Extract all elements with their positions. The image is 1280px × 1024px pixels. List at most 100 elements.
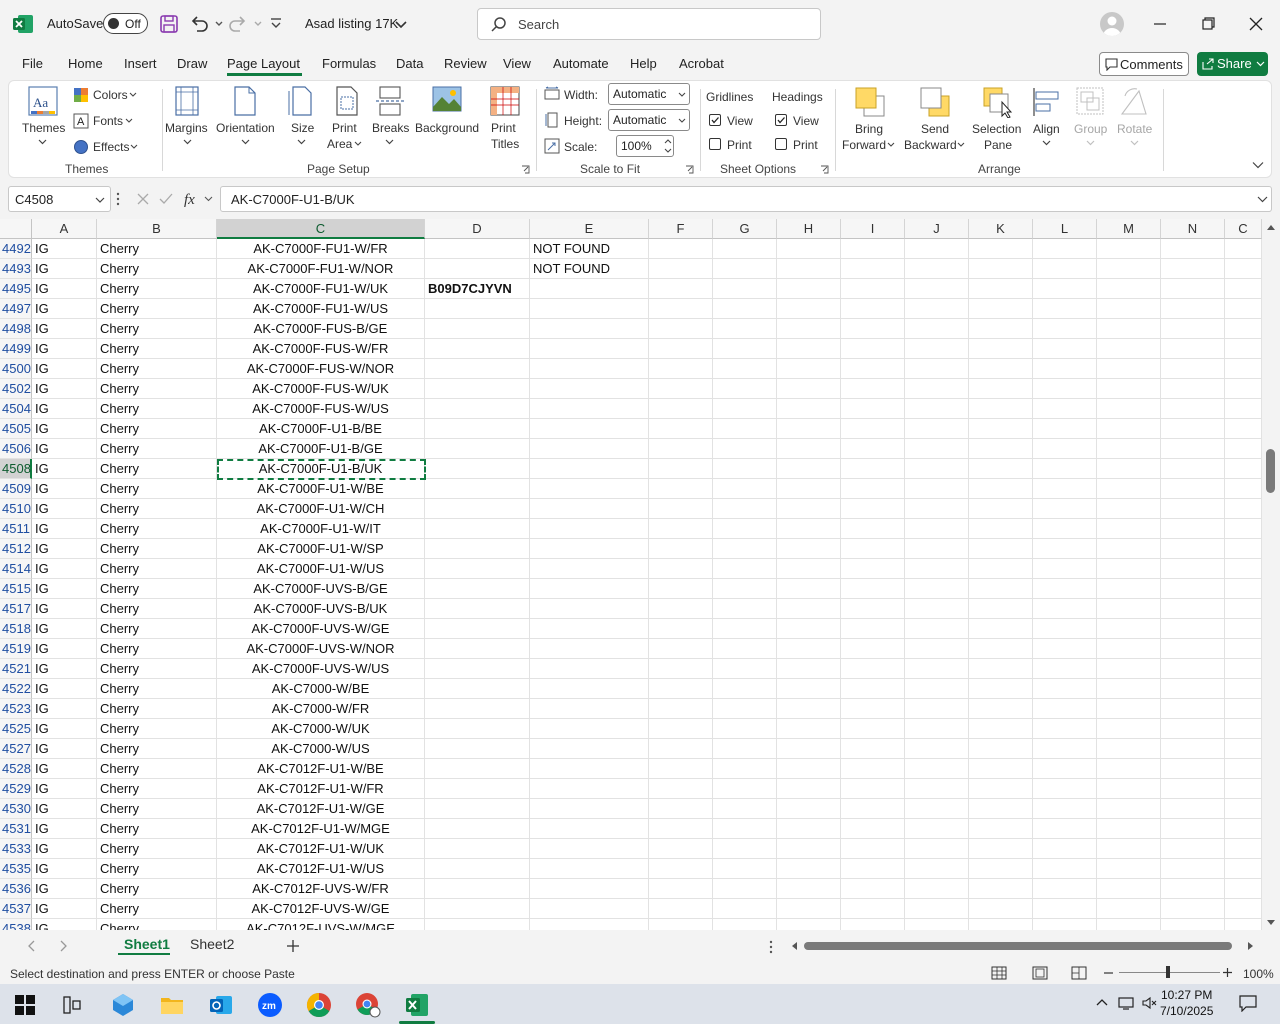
cell-a[interactable]: IG [32,859,97,879]
cell-b[interactable]: Cherry [97,739,217,759]
cell-d[interactable] [425,299,530,319]
cell-e[interactable] [530,659,649,679]
cell-empty[interactable] [1161,399,1225,419]
cell-empty[interactable] [649,639,713,659]
prev-sheet-icon[interactable] [27,940,35,952]
cell-empty[interactable] [649,339,713,359]
cell-empty[interactable] [841,559,905,579]
cell-empty[interactable] [969,759,1033,779]
cell-empty[interactable] [1097,359,1161,379]
cell-empty[interactable] [713,439,777,459]
cell-empty[interactable] [1225,459,1262,479]
cell-empty[interactable] [1097,759,1161,779]
cell-empty[interactable] [649,879,713,899]
themes-icon[interactable]: Aa [27,85,59,117]
print-area-icon[interactable] [333,85,363,117]
cell-empty[interactable] [1161,859,1225,879]
cell-empty[interactable] [1225,479,1262,499]
cell-empty[interactable] [777,779,841,799]
cell-b[interactable]: Cherry [97,599,217,619]
cell-c[interactable]: AK-C7000F-FUS-B/GE [217,319,425,339]
cell-empty[interactable] [1161,439,1225,459]
page-setup-launcher-icon[interactable] [521,165,530,174]
cell-a[interactable]: IG [32,779,97,799]
cell-empty[interactable] [1161,379,1225,399]
cell-empty[interactable] [1097,299,1161,319]
cell-empty[interactable] [969,639,1033,659]
cell-c[interactable]: AK-C7000-W/UK [217,719,425,739]
cell-empty[interactable] [969,399,1033,419]
cell-empty[interactable] [1225,539,1262,559]
cell-empty[interactable] [905,379,969,399]
cell-empty[interactable] [969,919,1033,930]
cell-e[interactable] [530,819,649,839]
row-header[interactable]: 4498 [0,319,32,339]
network-icon[interactable] [1118,996,1134,1010]
cell-empty[interactable] [1033,859,1097,879]
cell-empty[interactable] [905,419,969,439]
cell-empty[interactable] [1097,819,1161,839]
cell-empty[interactable] [1225,259,1262,279]
cell-d[interactable]: B09D7CJYVN [425,279,530,299]
cell-a[interactable]: IG [32,319,97,339]
cell-empty[interactable] [969,819,1033,839]
cell-empty[interactable] [713,239,777,259]
bring-forward-dropdown-icon[interactable] [887,142,895,148]
cell-e[interactable] [530,279,649,299]
cell-a[interactable]: IG [32,879,97,899]
cell-empty[interactable] [649,519,713,539]
cell-empty[interactable] [1225,599,1262,619]
cell-empty[interactable] [841,719,905,739]
row-header[interactable]: 4536 [0,879,32,899]
more-options-icon[interactable] [116,192,120,206]
cell-e[interactable] [530,739,649,759]
cell-empty[interactable] [1033,819,1097,839]
cell-a[interactable]: IG [32,899,97,919]
cell-b[interactable]: Cherry [97,379,217,399]
cell-empty[interactable] [969,239,1033,259]
cell-empty[interactable] [841,579,905,599]
cell-empty[interactable] [713,519,777,539]
cell-d[interactable] [425,779,530,799]
cell-empty[interactable] [1225,439,1262,459]
tab-review[interactable]: Review [444,56,487,71]
cell-empty[interactable] [1225,319,1262,339]
column-header[interactable]: L [1033,219,1097,239]
cell-empty[interactable] [841,799,905,819]
cell-d[interactable] [425,659,530,679]
task-view-icon[interactable] [59,992,85,1018]
cell-d[interactable] [425,639,530,659]
cell-empty[interactable] [1225,779,1262,799]
cell-empty[interactable] [777,379,841,399]
cell-empty[interactable] [1225,879,1262,899]
column-header[interactable]: D [425,219,530,239]
row-header[interactable]: 4538 [0,919,32,930]
cell-empty[interactable] [1033,519,1097,539]
cell-empty[interactable] [1033,799,1097,819]
cell-c[interactable]: AK-C7000F-FUS-W/US [217,399,425,419]
cell-empty[interactable] [777,879,841,899]
cell-d[interactable] [425,459,530,479]
cell-empty[interactable] [649,499,713,519]
account-avatar[interactable] [1100,12,1124,36]
scroll-up-icon[interactable] [1266,223,1276,231]
cell-empty[interactable] [1161,479,1225,499]
cell-b[interactable]: Cherry [97,499,217,519]
gridlines-print-checkbox[interactable] [709,138,721,150]
cell-e[interactable] [530,719,649,739]
sheet-options-launcher-icon[interactable] [820,165,829,174]
row-header[interactable]: 4522 [0,679,32,699]
cell-empty[interactable] [1033,539,1097,559]
cell-empty[interactable] [841,679,905,699]
cell-empty[interactable] [1033,699,1097,719]
cell-empty[interactable] [1033,319,1097,339]
cell-empty[interactable] [1161,759,1225,779]
cell-b[interactable]: Cherry [97,919,217,930]
fonts-dropdown-icon[interactable] [125,118,133,124]
cell-a[interactable]: IG [32,259,97,279]
cell-d[interactable] [425,859,530,879]
cell-e[interactable] [530,519,649,539]
cell-empty[interactable] [841,779,905,799]
cell-c[interactable]: AK-C7000F-UVS-B/GE [217,579,425,599]
cell-empty[interactable] [777,759,841,779]
